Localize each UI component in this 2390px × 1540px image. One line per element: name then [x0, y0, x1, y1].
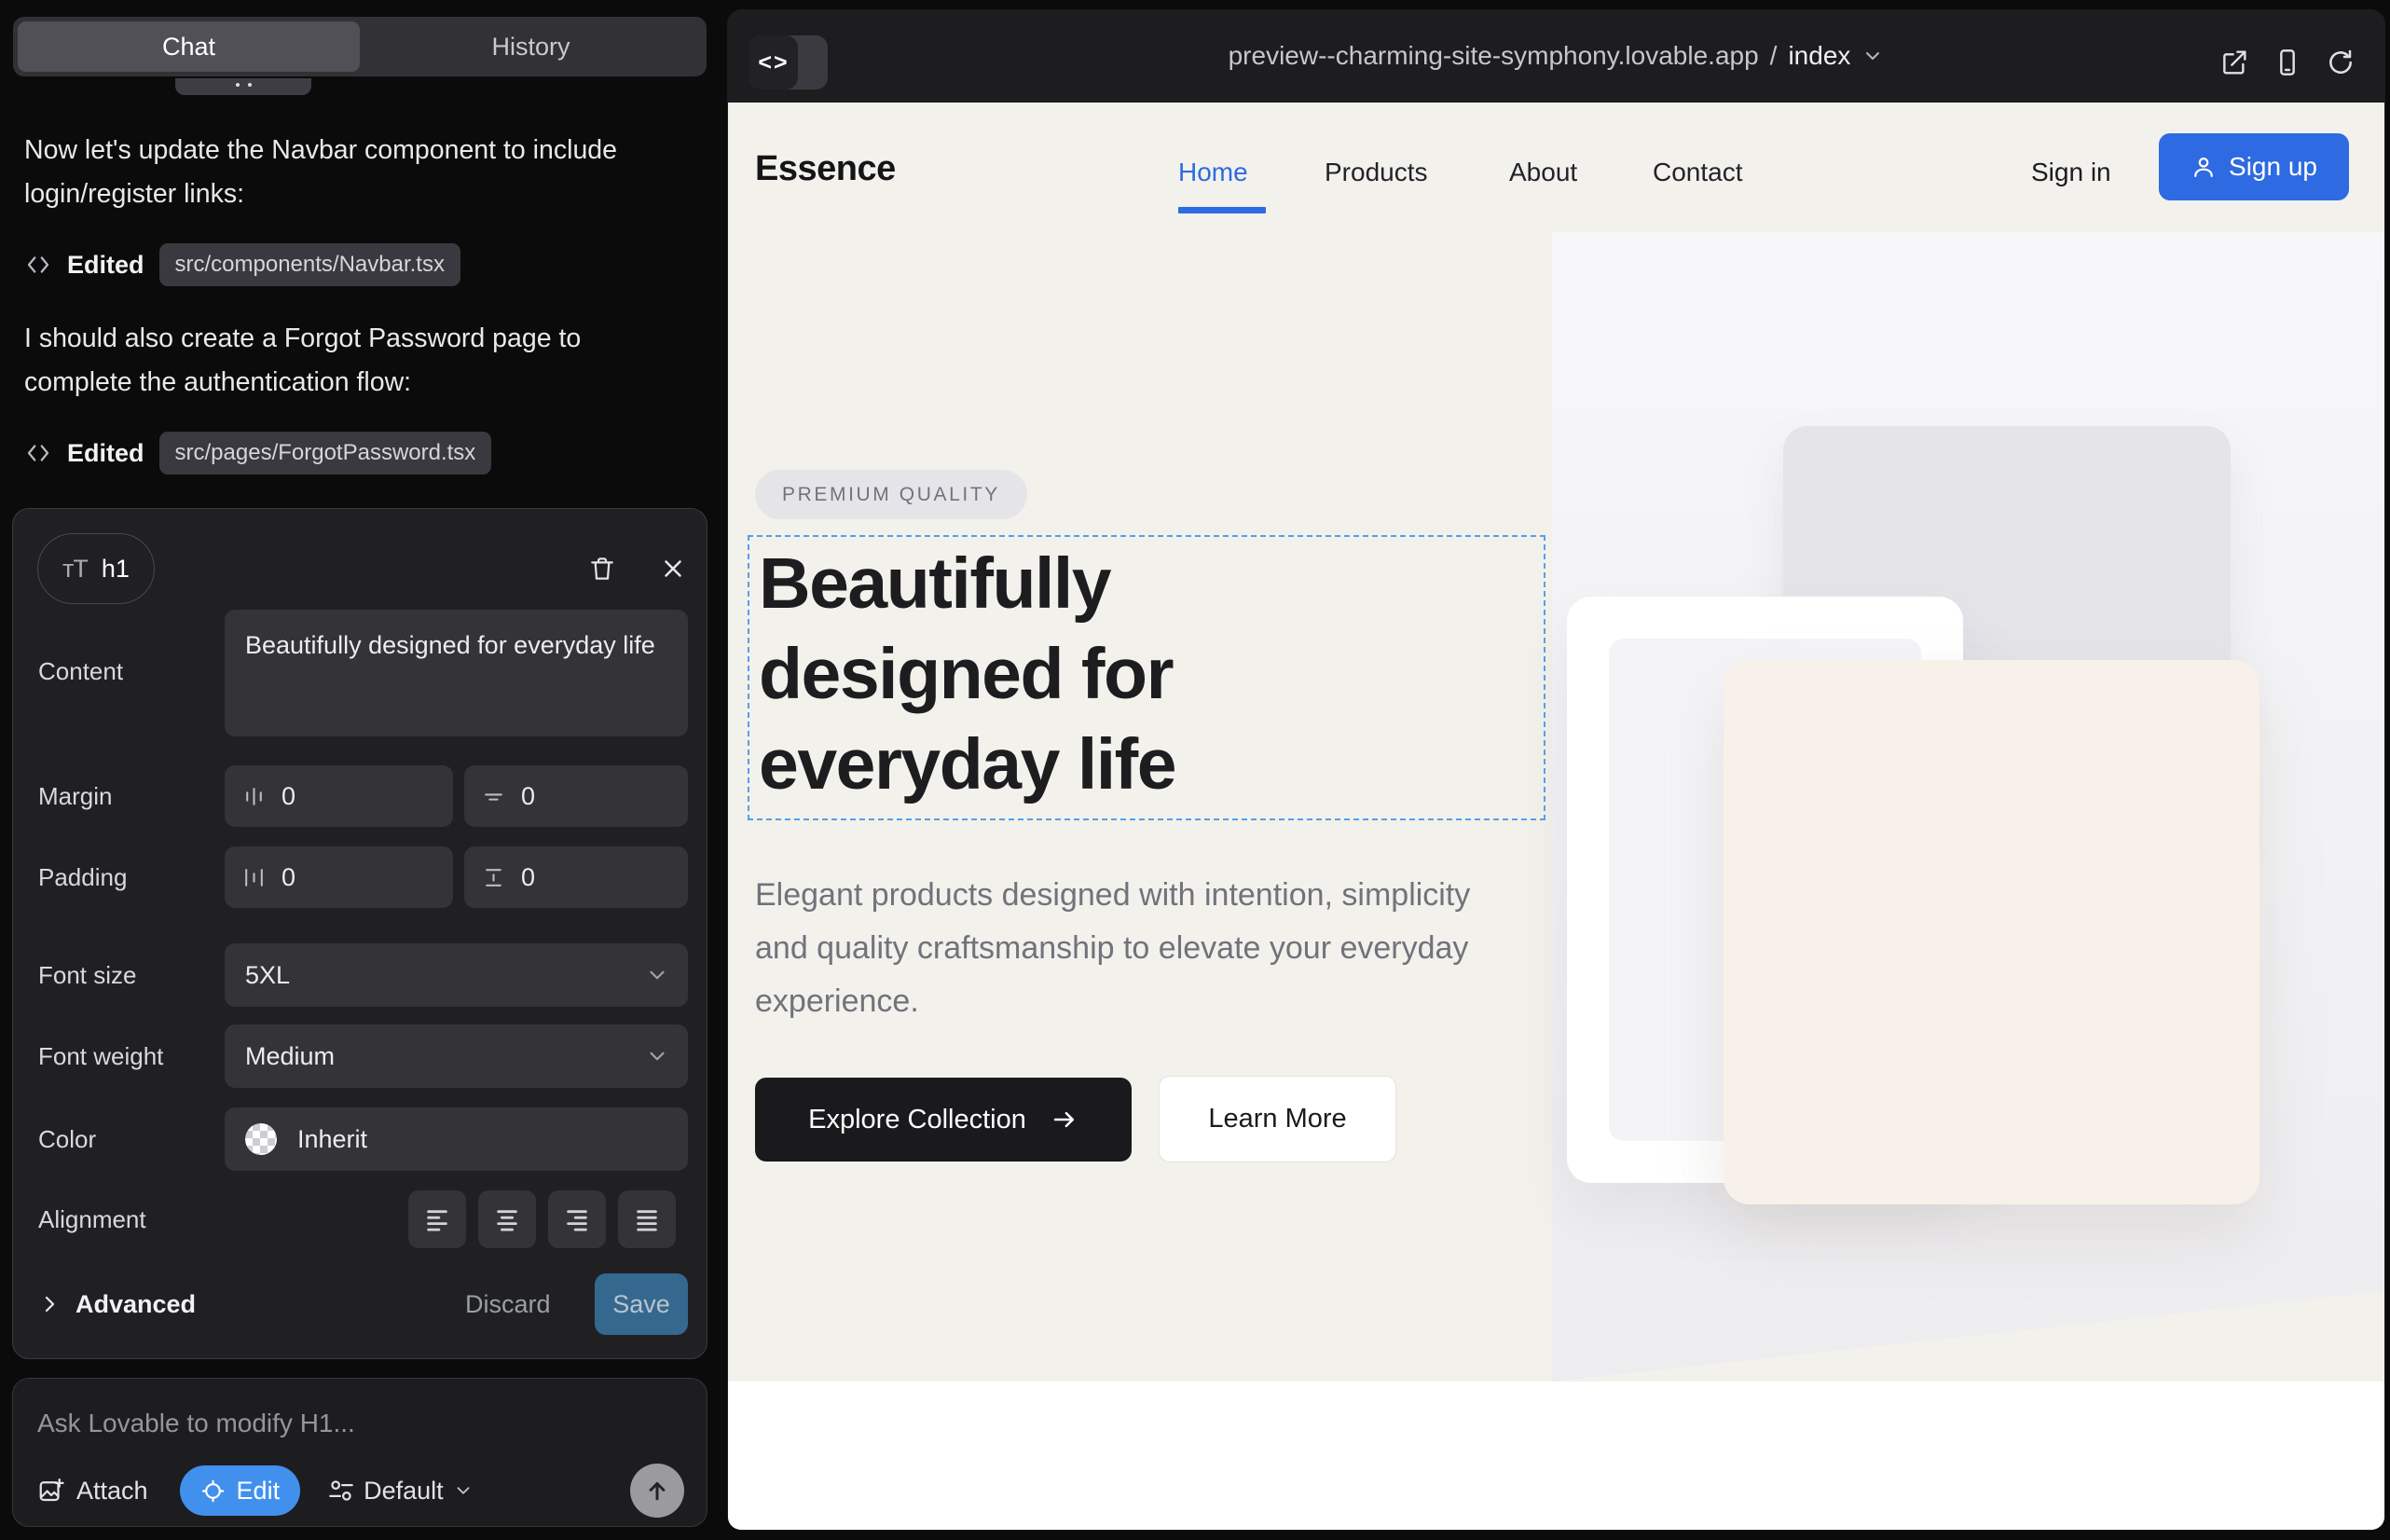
content-textarea[interactable]: Beautifully designed for everyday life: [225, 610, 688, 736]
preview-page: Essence Home Products About Contact Sign…: [728, 103, 2384, 1530]
model-default-button[interactable]: Default: [328, 1477, 474, 1506]
crosshair-icon: [200, 1478, 226, 1504]
content-field-label: Content: [38, 639, 123, 703]
code-icon: [24, 439, 52, 467]
active-nav-underline: [1178, 207, 1266, 213]
margin-y-input[interactable]: 0: [464, 765, 688, 827]
padding-horizontal-icon: [241, 865, 267, 890]
padding-field-label: Padding: [38, 846, 127, 908]
arrow-up-icon: [643, 1477, 671, 1505]
user-icon: [2191, 154, 2217, 180]
arrow-right-icon: [1051, 1106, 1078, 1134]
edited-file-row: Edited src/components/Navbar.tsx: [24, 241, 460, 289]
margin-x-input[interactable]: 0: [225, 765, 453, 827]
mobile-view-button[interactable]: [2266, 41, 2309, 84]
site-logo[interactable]: Essence: [755, 149, 896, 189]
padding-vertical-icon: [481, 865, 506, 890]
open-external-button[interactable]: [2213, 41, 2256, 84]
margin-horizontal-icon: [241, 784, 267, 809]
advanced-toggle[interactable]: Advanced: [38, 1273, 196, 1335]
chevron-down-icon: [453, 1480, 474, 1501]
align-center-button[interactable]: [478, 1190, 536, 1248]
h1-selection-outline: Beautifully designed for everyday life: [748, 535, 1545, 820]
composer-toolbar: Attach Edit Default: [37, 1464, 684, 1517]
transparent-color-swatch: [245, 1123, 277, 1155]
section-below-hero: [728, 1382, 2384, 1530]
nav-link-products[interactable]: Products: [1325, 154, 1428, 191]
preview-browser-frame: <> preview--charming-site-symphony.lovab…: [727, 9, 2385, 1531]
discard-button[interactable]: Discard: [465, 1273, 551, 1335]
font-weight-label: Font weight: [38, 1024, 163, 1088]
element-editor-panel: тT h1 Content Beautifully designed for e…: [12, 508, 707, 1359]
edited-file-chip[interactable]: src/components/Navbar.tsx: [159, 243, 460, 286]
nav-link-contact[interactable]: Contact: [1653, 154, 1743, 191]
premium-quality-badge: PREMIUM QUALITY: [755, 470, 1027, 519]
nav-link-home[interactable]: Home: [1178, 154, 1248, 191]
align-justify-button[interactable]: [618, 1190, 676, 1248]
edited-file-row: Edited src/pages/ForgotPassword.tsx: [24, 429, 491, 477]
margin-field-label: Margin: [38, 765, 112, 827]
element-tag-name: h1: [102, 555, 130, 584]
preview-url-bar[interactable]: preview--charming-site-symphony.lovable.…: [727, 9, 2385, 103]
align-right-button[interactable]: [548, 1190, 606, 1248]
chat-history-tabbar: Chat History: [13, 17, 707, 76]
sign-in-link[interactable]: Sign in: [2031, 154, 2111, 191]
hero-card-beige: [1724, 660, 2260, 1204]
selected-element-tag: тT h1: [37, 533, 155, 604]
align-left-button[interactable]: [408, 1190, 466, 1248]
attach-button[interactable]: Attach: [37, 1477, 148, 1506]
hero-description: Elegant products designed with intention…: [755, 869, 1501, 1028]
delete-element-button[interactable]: [582, 548, 623, 589]
edit-mode-button[interactable]: Edit: [180, 1465, 301, 1516]
code-icon: [24, 251, 52, 279]
margin-vertical-icon: [481, 784, 506, 809]
edited-file-chip[interactable]: src/pages/ForgotPassword.tsx: [159, 432, 492, 474]
attach-image-icon: [37, 1477, 65, 1505]
close-editor-button[interactable]: [652, 548, 694, 589]
send-button[interactable]: [630, 1464, 684, 1518]
chevron-right-icon: [38, 1293, 61, 1315]
refresh-button[interactable]: [2319, 41, 2362, 84]
alignment-field-label: Alignment: [38, 1190, 146, 1248]
sliders-icon: [328, 1478, 354, 1504]
assistant-message: I should also create a Forgot Password p…: [24, 317, 644, 405]
edited-label: Edited: [67, 251, 144, 280]
save-button[interactable]: Save: [595, 1273, 688, 1335]
font-size-label: Font size: [38, 943, 137, 1007]
chevron-down-icon: [645, 1044, 669, 1068]
tab-chat[interactable]: Chat: [18, 21, 360, 72]
chat-composer: Ask Lovable to modify H1... Attach Edit …: [12, 1378, 707, 1527]
chevron-down-icon: [1861, 45, 1884, 67]
edited-label: Edited: [67, 439, 144, 468]
font-size-select[interactable]: 5XL: [225, 943, 688, 1007]
font-weight-select[interactable]: Medium: [225, 1024, 688, 1088]
nav-link-about[interactable]: About: [1509, 154, 1577, 191]
chat-panel: Chat History Now let's update the Navbar…: [0, 0, 725, 1540]
chevron-down-icon: [645, 963, 669, 987]
explore-collection-button[interactable]: Explore Collection: [755, 1078, 1132, 1162]
tab-history[interactable]: History: [360, 21, 702, 72]
color-field-label: Color: [38, 1107, 96, 1171]
learn-more-button[interactable]: Learn More: [1159, 1076, 1396, 1162]
type-icon: тT: [62, 555, 88, 584]
sign-up-button[interactable]: Sign up: [2159, 133, 2349, 200]
assistant-message: Now let's update the Navbar component to…: [24, 129, 644, 216]
preview-url: preview--charming-site-symphony.lovable.…: [1229, 41, 1759, 71]
color-picker-field[interactable]: Inherit: [225, 1107, 688, 1171]
preview-path: index: [1788, 41, 1850, 71]
url-separator: /: [1770, 41, 1778, 71]
composer-input[interactable]: Ask Lovable to modify H1...: [37, 1409, 680, 1438]
padding-x-input[interactable]: 0: [225, 846, 453, 908]
scrolled-pill-peek[interactable]: [175, 78, 311, 95]
padding-y-input[interactable]: 0: [464, 846, 688, 908]
hero-heading[interactable]: Beautifully designed for everyday life: [759, 539, 1318, 810]
